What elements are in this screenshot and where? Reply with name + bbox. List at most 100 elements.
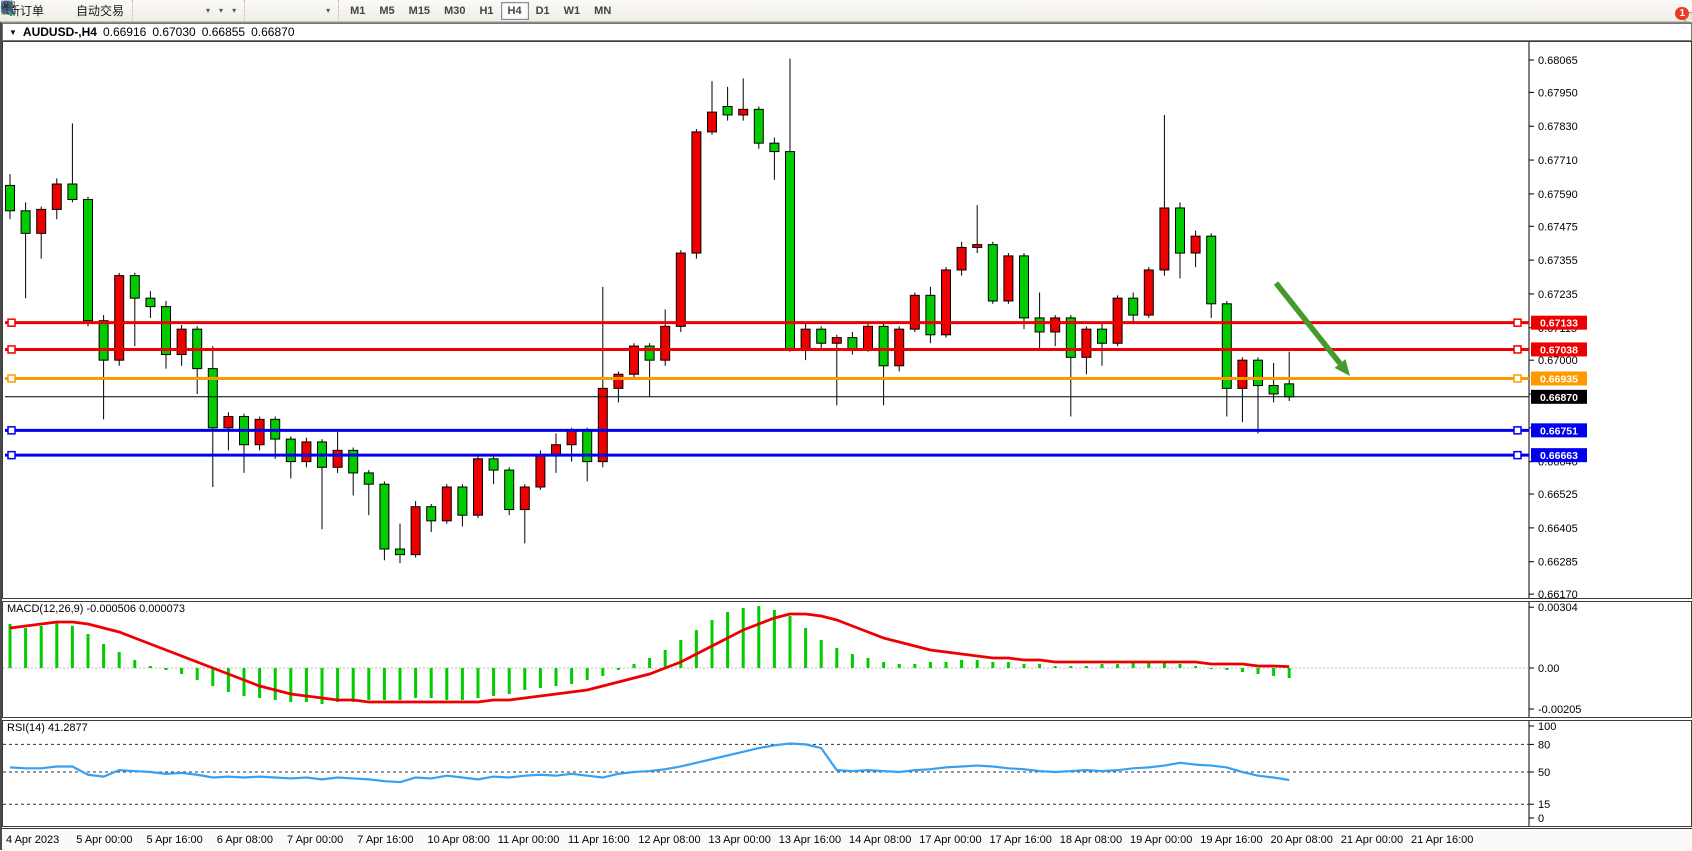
time-label: 21 Apr 00:00 xyxy=(1341,834,1403,846)
chart-titlebar: ▼ AUDUSD-,H4 0.66916 0.67030 0.66855 0.6… xyxy=(2,23,1692,41)
trend-arrow[interactable] xyxy=(1276,283,1350,376)
time-label: 7 Apr 00:00 xyxy=(287,834,343,846)
timeframe-mn[interactable]: MN xyxy=(587,2,618,20)
indicators-caret-icon: ▾ xyxy=(206,6,210,15)
fibonacci-tool-button[interactable]: F xyxy=(297,1,305,21)
svg-text:-0.00205: -0.00205 xyxy=(1538,704,1581,716)
timeframe-m15[interactable]: M15 xyxy=(402,2,437,20)
time-label: 17 Apr 16:00 xyxy=(990,834,1052,846)
svg-text:0.68065: 0.68065 xyxy=(1538,55,1578,67)
time-label: 13 Apr 16:00 xyxy=(779,834,841,846)
timeframe-h4[interactable]: H4 xyxy=(501,2,529,20)
svg-text:15: 15 xyxy=(1538,799,1550,811)
timeframe-m30[interactable]: M30 xyxy=(437,2,472,20)
time-label: 11 Apr 00:00 xyxy=(498,834,560,846)
candlestick-mode-button[interactable] xyxy=(145,1,153,21)
channel-tool-button[interactable]: E xyxy=(289,1,297,21)
line-handle[interactable] xyxy=(8,346,15,353)
search-icon[interactable] xyxy=(0,0,16,16)
line-handle[interactable] xyxy=(8,452,15,459)
svg-text:0.67475: 0.67475 xyxy=(1538,221,1578,233)
svg-text:0.67235: 0.67235 xyxy=(1538,289,1578,301)
label-tool-button[interactable]: T xyxy=(313,1,321,21)
indicators-button[interactable]: ▾ xyxy=(201,1,214,21)
ohlc-low: 0.66855 xyxy=(202,25,245,39)
line-handle[interactable] xyxy=(8,427,15,434)
tile-windows-button[interactable] xyxy=(177,1,185,21)
symbol-dropdown-icon[interactable]: ▼ xyxy=(9,28,17,37)
svg-text:0.67355: 0.67355 xyxy=(1538,255,1578,267)
line-handle[interactable] xyxy=(1514,427,1521,434)
time-label: 11 Apr 16:00 xyxy=(568,834,630,846)
svg-text:0.00304: 0.00304 xyxy=(1538,602,1578,614)
line-handle[interactable] xyxy=(1514,452,1521,459)
line-handle[interactable] xyxy=(1514,319,1521,326)
vertical-line-tool-button[interactable] xyxy=(265,1,273,21)
time-label: 20 Apr 08:00 xyxy=(1271,834,1333,846)
svg-text:0.67038: 0.67038 xyxy=(1540,344,1578,356)
line-handle[interactable] xyxy=(1514,346,1521,353)
macd-label: MACD(12,26,9) -0.000506 0.000073 xyxy=(7,603,185,615)
time-label: 17 Apr 00:00 xyxy=(919,834,981,846)
price-chart-pane[interactable]: 0.68065 0.67950 0.67830 0.67710 0.67590 0.674… xyxy=(2,41,1692,599)
svg-text:0.67710: 0.67710 xyxy=(1538,155,1578,167)
bar-chart-mode-button[interactable] xyxy=(137,1,145,21)
svg-text:0.66751: 0.66751 xyxy=(1540,425,1578,437)
zoom-out-button[interactable] xyxy=(169,1,177,21)
svg-text:0.67830: 0.67830 xyxy=(1538,121,1578,133)
rsi-pane[interactable]: RSI(14) 41.2877 1008050150 xyxy=(2,720,1692,827)
candlestick-chart[interactable]: 0.68065 0.67950 0.67830 0.67710 0.67590 0.674… xyxy=(3,42,1691,598)
time-label: 4 Apr 2023 xyxy=(6,834,59,846)
line-handle[interactable] xyxy=(1514,375,1521,382)
auto-trading-button[interactable]: 自动交易 xyxy=(72,1,128,21)
svg-text:0.67000: 0.67000 xyxy=(1538,355,1578,367)
signals-button[interactable] xyxy=(64,1,72,21)
svg-text:80: 80 xyxy=(1538,739,1550,751)
timeframe-m1[interactable]: M1 xyxy=(343,2,372,20)
time-label: 19 Apr 16:00 xyxy=(1200,834,1262,846)
timeframe-m5[interactable]: M5 xyxy=(372,2,401,20)
horizontal-line-tool-button[interactable] xyxy=(273,1,281,21)
chart-window: ▼ AUDUSD-,H4 0.66916 0.67030 0.66855 0.6… xyxy=(0,22,1692,850)
zoom-in-button[interactable] xyxy=(161,1,169,21)
svg-text:50: 50 xyxy=(1538,767,1550,779)
timeframe-h1[interactable]: H1 xyxy=(472,2,500,20)
time-label: 5 Apr 00:00 xyxy=(76,834,132,846)
timeframe-group: M1 M5 M15 M30 H1 H4 D1 W1 MN xyxy=(338,0,622,22)
time-label: 14 Apr 08:00 xyxy=(849,834,911,846)
svg-text:100: 100 xyxy=(1538,721,1556,733)
periods-button[interactable]: ▾ xyxy=(214,1,227,21)
arrows-tool-button[interactable]: ▾ xyxy=(321,1,334,21)
macd-pane[interactable]: MACD(12,26,9) -0.000506 0.000073 0.00304… xyxy=(2,601,1692,718)
svg-text:0.66935: 0.66935 xyxy=(1540,373,1578,385)
text-tool-button[interactable]: A xyxy=(305,1,313,21)
trendline-tool-button[interactable] xyxy=(281,1,289,21)
arrows-caret-icon: ▾ xyxy=(326,6,330,15)
notification-badge: 1 xyxy=(1675,7,1689,20)
time-label: 6 Apr 08:00 xyxy=(217,834,273,846)
rsi-chart[interactable]: 1008050150 xyxy=(3,721,1691,826)
auto-scroll-button[interactable] xyxy=(185,1,193,21)
time-label: 19 Apr 00:00 xyxy=(1130,834,1192,846)
macd-chart[interactable]: 0.00304 0.00 -0.00205 xyxy=(3,602,1691,717)
templates-caret-icon: ▾ xyxy=(232,6,236,15)
svg-text:0.67590: 0.67590 xyxy=(1538,189,1578,201)
market-watch-button[interactable] xyxy=(56,1,64,21)
timeframe-d1[interactable]: D1 xyxy=(529,2,557,20)
svg-text:0.66663: 0.66663 xyxy=(1540,450,1578,462)
line-handle[interactable] xyxy=(8,319,15,326)
templates-button[interactable]: ▾ xyxy=(227,1,240,21)
svg-text:0.00: 0.00 xyxy=(1538,663,1559,675)
crosshair-tool-button[interactable] xyxy=(257,1,265,21)
line-chart-mode-button[interactable] xyxy=(153,1,161,21)
timeframe-w1[interactable]: W1 xyxy=(557,2,588,20)
svg-text:0.66170: 0.66170 xyxy=(1538,589,1578,598)
highlight-tool-button[interactable] xyxy=(48,1,56,21)
time-axis[interactable]: 4 Apr 20235 Apr 00:005 Apr 16:006 Apr 08… xyxy=(2,828,1692,851)
cursor-tool-button[interactable] xyxy=(249,1,257,21)
chart-shift-button[interactable] xyxy=(193,1,201,21)
time-label: 7 Apr 16:00 xyxy=(357,834,413,846)
line-handle[interactable] xyxy=(8,375,15,382)
svg-text:0.67950: 0.67950 xyxy=(1538,87,1578,99)
auto-trading-label: 自动交易 xyxy=(76,2,124,19)
